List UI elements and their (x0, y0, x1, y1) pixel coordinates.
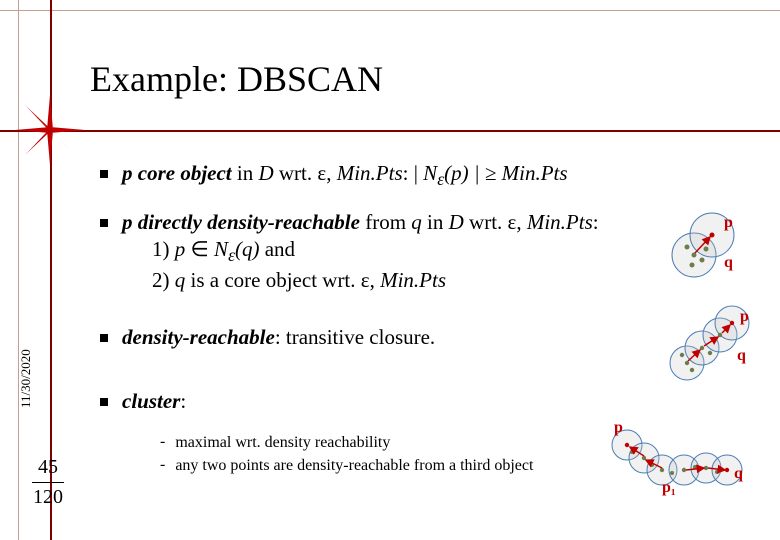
label-p: p (614, 420, 623, 436)
bullet-icon (100, 398, 108, 406)
bullet-density-reachable: density-reachable: transitive closure. (100, 324, 760, 351)
sub-text: maximal wrt. density reachability (175, 433, 390, 454)
label-p1: p₁ (662, 479, 676, 496)
figure-cluster: p p₁ q (602, 420, 752, 500)
bullet-icon (100, 219, 108, 227)
label-p: p (724, 214, 733, 231)
bullet-icon (100, 334, 108, 342)
term-core-object: p core object (122, 161, 232, 185)
date-label: 11/30/2020 (18, 368, 34, 408)
title-underline (0, 130, 780, 132)
slide-title: Example: DBSCAN (90, 58, 383, 100)
starburst-icon (15, 95, 85, 170)
term-directly-density-reachable: p directly density-reachable (122, 210, 360, 234)
bullet-cluster: cluster: (100, 388, 760, 415)
page-number: 45 120 (28, 456, 68, 509)
rule-vert-1 (18, 0, 19, 540)
label-q: q (737, 347, 746, 364)
dash-icon: - (160, 456, 165, 474)
bullet-directly-reachable: p directly density-reachable from q in D… (100, 209, 760, 295)
bullet-core-object: p core object in D wrt. ε, Min.Pts: | Nε… (100, 160, 760, 191)
label-p: p (740, 308, 749, 325)
slide: Example: DBSCAN 11/30/2020 45 120 p core… (0, 0, 780, 540)
dash-icon: - (160, 433, 165, 451)
figure-direct-reachable: p q (662, 205, 752, 280)
label-q: q (724, 254, 733, 271)
bullet-icon (100, 170, 108, 178)
page-total: 120 (28, 486, 68, 509)
rule-top (0, 10, 780, 11)
page-current: 45 (28, 456, 68, 479)
term-density-reachable: density-reachable (122, 325, 275, 349)
label-q: q (734, 465, 743, 482)
term-cluster: cluster (122, 389, 180, 413)
page-divider (32, 482, 64, 483)
sub-text: any two points are density-reachable fro… (175, 456, 533, 477)
figure-density-reachable: p q (662, 305, 752, 385)
